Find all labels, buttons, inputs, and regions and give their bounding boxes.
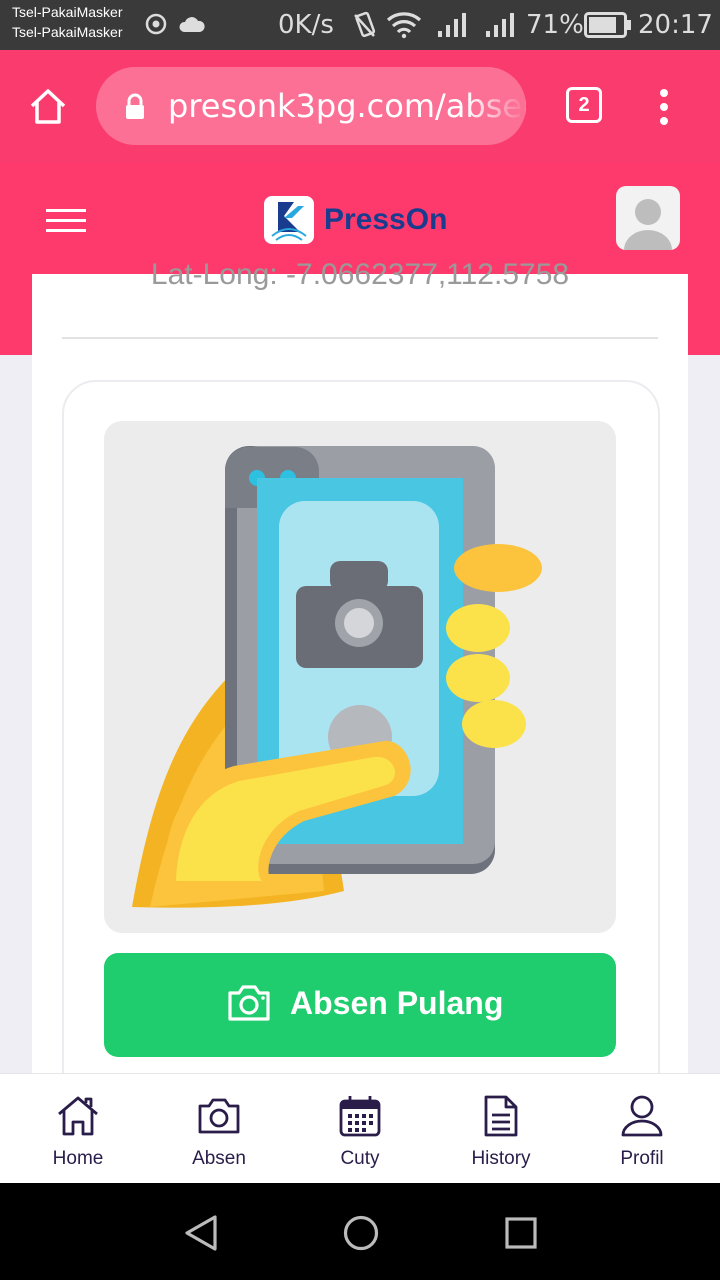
clock: 20:17 bbox=[638, 10, 713, 40]
home-icon bbox=[58, 1096, 98, 1136]
browser-home-icon[interactable] bbox=[28, 87, 68, 127]
home-button-icon[interactable] bbox=[342, 1214, 380, 1252]
nav-label-profil: Profil bbox=[620, 1148, 664, 1169]
attendance-card: Lat-Long: -7.0662377,112.5758 Absen Pula… bbox=[32, 258, 688, 1114]
system-nav-bar bbox=[0, 1183, 720, 1280]
battery-percent: 71% bbox=[526, 10, 584, 40]
brand-name: PressOn bbox=[324, 203, 448, 236]
document-icon bbox=[484, 1095, 518, 1137]
battery-icon bbox=[584, 12, 631, 38]
user-icon bbox=[621, 1095, 663, 1137]
calendar-icon bbox=[339, 1096, 381, 1137]
tab-switcher-button[interactable]: 2 bbox=[566, 87, 602, 123]
lat-long-text: Lat-Long: -7.0662377,112.5758 bbox=[150, 258, 570, 291]
carrier-name-2: Tsel-PakaiMasker bbox=[12, 24, 123, 40]
cloud-icon bbox=[179, 17, 205, 32]
nav-label-history: History bbox=[471, 1148, 531, 1169]
browser-menu-icon[interactable] bbox=[656, 88, 672, 126]
status-bar: Tsel-PakaiMasker Tsel-PakaiMasker 0K/s 7… bbox=[0, 0, 720, 50]
browser-toolbar: presonk3pg.com/absent 2 bbox=[0, 50, 720, 163]
vibrate-icon bbox=[354, 11, 376, 38]
absen-pulang-label: Absen Pulang bbox=[290, 985, 504, 1021]
nav-label-absen: Absen bbox=[192, 1148, 246, 1169]
nav-item-cuty[interactable]: Cuty bbox=[290, 1074, 430, 1184]
camera-icon bbox=[198, 1098, 240, 1134]
nav-label-cuty: Cuty bbox=[340, 1148, 380, 1169]
lock-icon bbox=[126, 93, 144, 119]
avatar[interactable] bbox=[616, 186, 680, 250]
camera-icon bbox=[228, 985, 270, 1021]
network-speed: 0K/s bbox=[278, 10, 334, 40]
url-bar[interactable]: presonk3pg.com/absent bbox=[96, 67, 526, 145]
camera-illustration bbox=[104, 421, 616, 933]
app-logo bbox=[264, 196, 314, 244]
nav-item-absen[interactable]: Absen bbox=[149, 1074, 289, 1184]
user-avatar-icon bbox=[624, 199, 672, 250]
nav-item-home[interactable]: Home bbox=[8, 1074, 148, 1184]
absen-pulang-button[interactable]: Absen Pulang bbox=[104, 953, 616, 1057]
nav-item-history[interactable]: History bbox=[431, 1074, 571, 1184]
wifi-icon bbox=[386, 12, 422, 39]
divider bbox=[62, 337, 658, 339]
nav-label-home: Home bbox=[52, 1148, 104, 1169]
carrier-name-1: Tsel-PakaiMasker bbox=[12, 4, 123, 20]
bottom-nav: Home Absen Cuty History Profil bbox=[0, 1073, 720, 1184]
nav-item-profil[interactable]: Profil bbox=[572, 1074, 712, 1184]
signal-icon-2 bbox=[486, 13, 514, 37]
recents-icon[interactable] bbox=[504, 1216, 538, 1250]
back-icon[interactable] bbox=[182, 1213, 220, 1253]
signal-icon-1 bbox=[438, 13, 466, 37]
hamburger-menu-icon[interactable] bbox=[46, 208, 86, 234]
hotspot-icon bbox=[145, 13, 167, 35]
